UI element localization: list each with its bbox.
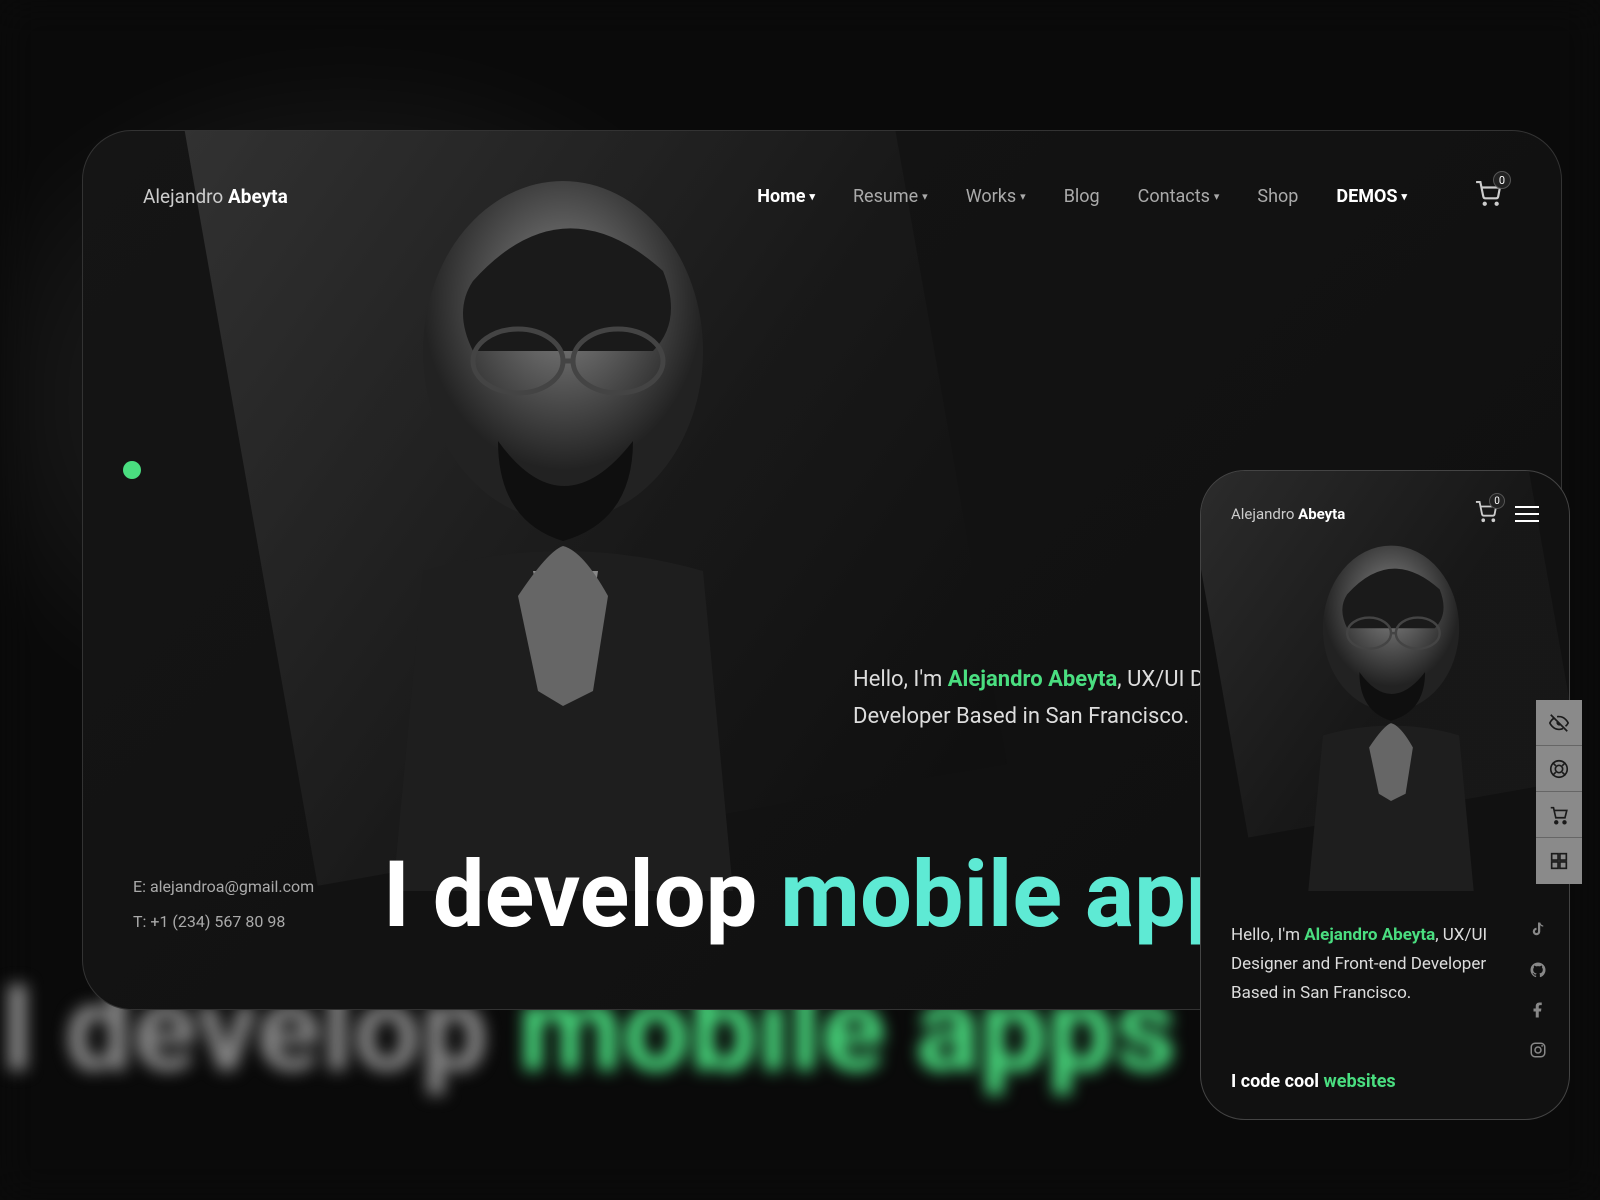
github-icon[interactable]: [1529, 961, 1547, 979]
support-tool[interactable]: [1536, 746, 1582, 792]
contact-block: E: alejandroa@gmail.com T: +1 (234) 567 …: [133, 869, 314, 939]
brand-logo[interactable]: Alejandro Abeyta: [143, 185, 288, 208]
nav-shop[interactable]: Shop: [1257, 186, 1298, 207]
brand-last: Abeyta: [228, 185, 288, 208]
mobile-intro-text: Hello, I'm Alejandro Abeyta, UX/UI Desig…: [1231, 921, 1509, 1008]
contact-email[interactable]: E: alejandroa@gmail.com: [133, 869, 314, 904]
eye-off-icon: [1548, 712, 1570, 734]
nav-home[interactable]: Home▾: [757, 186, 815, 207]
intro-name: Alejandro Abeyta: [948, 667, 1118, 692]
chevron-down-icon: ▾: [922, 190, 928, 203]
mobile-cart-button[interactable]: 0: [1475, 501, 1497, 527]
header: Alejandro Abeyta Home▾ Resume▾ Works▾ Bl…: [83, 181, 1561, 211]
hero-portrait: [303, 151, 823, 891]
nav-resume[interactable]: Resume▾: [853, 186, 928, 207]
mobile-header: Alejandro Abeyta 0: [1231, 501, 1539, 527]
cart-badge: 0: [1493, 171, 1511, 189]
chevron-down-icon: ▾: [809, 190, 815, 203]
headline-a: I develop: [383, 842, 780, 949]
cart-button[interactable]: 0: [1475, 181, 1501, 211]
facebook-icon[interactable]: [1529, 1001, 1547, 1019]
mobile-hero-portrait: [1241, 531, 1541, 891]
brand-first: Alejandro: [143, 185, 223, 208]
instagram-icon[interactable]: [1529, 1041, 1547, 1059]
side-tool-strip: [1536, 700, 1582, 884]
mobile-preview-frame: Alejandro Abeyta 0 Hello, I'm Alejandro …: [1200, 470, 1570, 1120]
mobile-headline: I code cool websites: [1231, 1071, 1396, 1092]
nav-works[interactable]: Works▾: [966, 186, 1026, 207]
visibility-tool[interactable]: [1536, 700, 1582, 746]
grid-icon: [1548, 850, 1570, 872]
main-nav: Home▾ Resume▾ Works▾ Blog Contacts▾ Shop…: [757, 181, 1501, 211]
mobile-brand-logo[interactable]: Alejandro Abeyta: [1231, 505, 1345, 523]
chevron-down-icon: ▾: [1214, 190, 1220, 203]
headline: I develop mobile apps: [383, 842, 1285, 949]
nav-blog[interactable]: Blog: [1064, 186, 1100, 207]
lifebuoy-icon: [1548, 758, 1570, 780]
chevron-down-icon: ▾: [1020, 190, 1026, 203]
nav-contacts[interactable]: Contacts▾: [1138, 186, 1220, 207]
mobile-social-links: [1529, 921, 1547, 1059]
cart-icon: [1548, 804, 1570, 826]
nav-demos[interactable]: DEMOS▾: [1336, 186, 1407, 207]
cart-tool[interactable]: [1536, 792, 1582, 838]
accent-dot: [123, 461, 141, 479]
grid-tool[interactable]: [1536, 838, 1582, 884]
hamburger-menu-button[interactable]: [1515, 506, 1539, 522]
mobile-cart-badge: 0: [1489, 493, 1505, 509]
tiktok-icon[interactable]: [1529, 921, 1547, 939]
contact-phone[interactable]: T: +1 (234) 567 80 98: [133, 904, 314, 939]
hamburger-icon: [1515, 506, 1539, 508]
chevron-down-icon: ▾: [1401, 190, 1407, 203]
